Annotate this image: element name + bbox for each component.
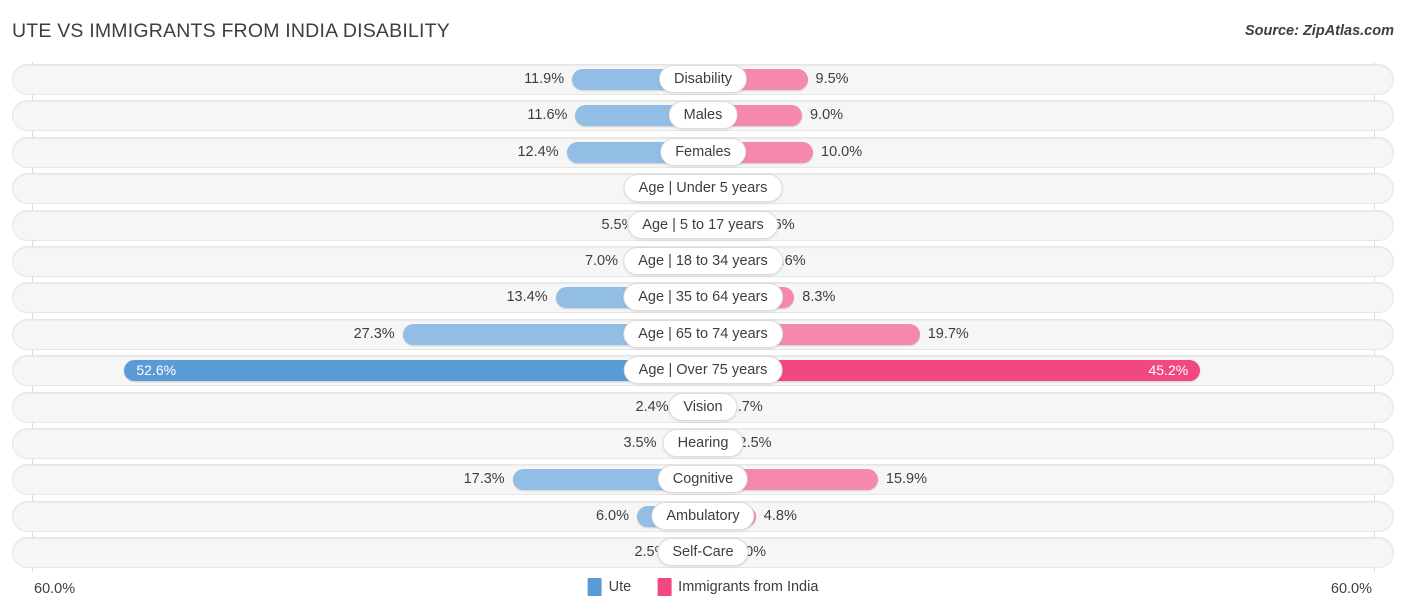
value-label-ute: 11.9% [524,71,565,87]
table-row[interactable]: 11.6% 9.0% Males [0,98,1406,134]
table-row[interactable]: 7.0% 5.6% Age | 18 to 34 years [0,244,1406,280]
category-label: Age | 5 to 17 years [627,210,779,239]
value-label-immigrants: 9.5% [815,71,849,87]
table-row[interactable]: 2.4% 1.7% Vision [0,390,1406,426]
legend-label: Immigrants from India [678,579,819,595]
value-label-immigrants: 45.2% [1148,362,1189,379]
table-row[interactable]: 6.0% 4.8% Ambulatory [0,499,1406,535]
chart-page: UTE VS IMMIGRANTS FROM INDIA DISABILITY … [0,0,1406,612]
value-label-ute: 12.4% [517,143,559,160]
table-row[interactable]: 13.4% 8.3% Age | 35 to 64 years [0,280,1406,316]
value-label-ute: 7.0% [584,252,618,269]
category-label: Age | 18 to 34 years [623,246,783,275]
category-label: Age | Over 75 years [623,356,783,385]
value-label-ute: 2.4% [635,398,669,415]
legend-label: Ute [608,579,632,595]
category-label: Cognitive [657,465,749,494]
value-label-ute: 6.0% [595,507,629,524]
legend-swatch-icon [657,578,672,596]
category-label: Disability [658,65,748,93]
value-label-ute: 11.6% [527,107,568,124]
table-row[interactable]: 27.3% 19.7% Age | 65 to 74 years [0,317,1406,353]
category-label: Age | 65 to 74 years [623,319,783,348]
bar-ute [124,360,703,382]
chart-legend: Ute Immigrants from India [587,578,818,596]
chart-header: UTE VS IMMIGRANTS FROM INDIA DISABILITY … [0,0,1406,56]
chart-footer: 60.0% 60.0% Ute Immigrants from India [0,574,1406,612]
chart-rows: 11.9% 9.5% Disability 11.6% 9.0% Males 12.4% 10… [0,62,1406,571]
table-row[interactable]: 5.5%4.6%Age | 5 to 17 years [0,208,1406,244]
axis-label-left: 60.0% [34,581,76,597]
table-row[interactable]: 17.3% 15.9% Cognitive [0,462,1406,498]
value-label-immigrants: 4.8% [763,507,797,524]
category-label: Age | Under 5 years [623,174,783,203]
value-label-ute: 17.3% [463,471,505,488]
category-label: Ambulatory [651,501,755,530]
value-label-ute: 27.3% [353,325,395,342]
category-label: Males [668,101,738,130]
value-label-immigrants: 8.3% [802,289,836,306]
value-label-immigrants: 2.5% [738,434,772,451]
category-label: Age | 35 to 64 years [623,283,783,312]
chart-plot-area: 11.9% 9.5% Disability 11.6% 9.0% Males 12.4% 10… [0,62,1406,572]
source-attribution: Source: ZipAtlas.com [1244,23,1394,39]
value-label-ute: 13.4% [506,289,548,306]
category-label: Hearing [662,428,744,457]
value-label-ute: 3.5% [623,434,657,451]
table-row[interactable]: 52.6% 45.2% Age | Over 75 years [0,353,1406,389]
legend-swatch-icon [587,578,602,596]
value-label-immigrants: 19.7% [927,325,969,342]
category-label: Vision [668,392,738,421]
value-label-immigrants: 15.9% [885,471,928,488]
table-row[interactable]: 12.4% 10.0% Females [0,135,1406,171]
table-row[interactable]: 0.86%1.0%Age | Under 5 years [0,171,1406,207]
value-label-immigrants: 9.0% [810,107,844,124]
category-label: Females [660,137,746,166]
table-row[interactable]: 3.5% 2.5% Hearing [0,426,1406,462]
table-row[interactable]: 11.9% 9.5% Disability [0,62,1406,98]
table-row[interactable]: 2.5% 2.0% Self-Care [0,535,1406,571]
page-title: UTE VS IMMIGRANTS FROM INDIA DISABILITY [12,20,450,42]
legend-item[interactable]: Ute [587,578,632,596]
axis-label-right: 60.0% [1330,581,1372,597]
legend-item[interactable]: Immigrants from India [657,578,818,596]
value-label-ute: 52.6% [136,362,177,379]
category-label: Self-Care [657,538,749,567]
value-label-immigrants: 10.0% [821,143,863,160]
